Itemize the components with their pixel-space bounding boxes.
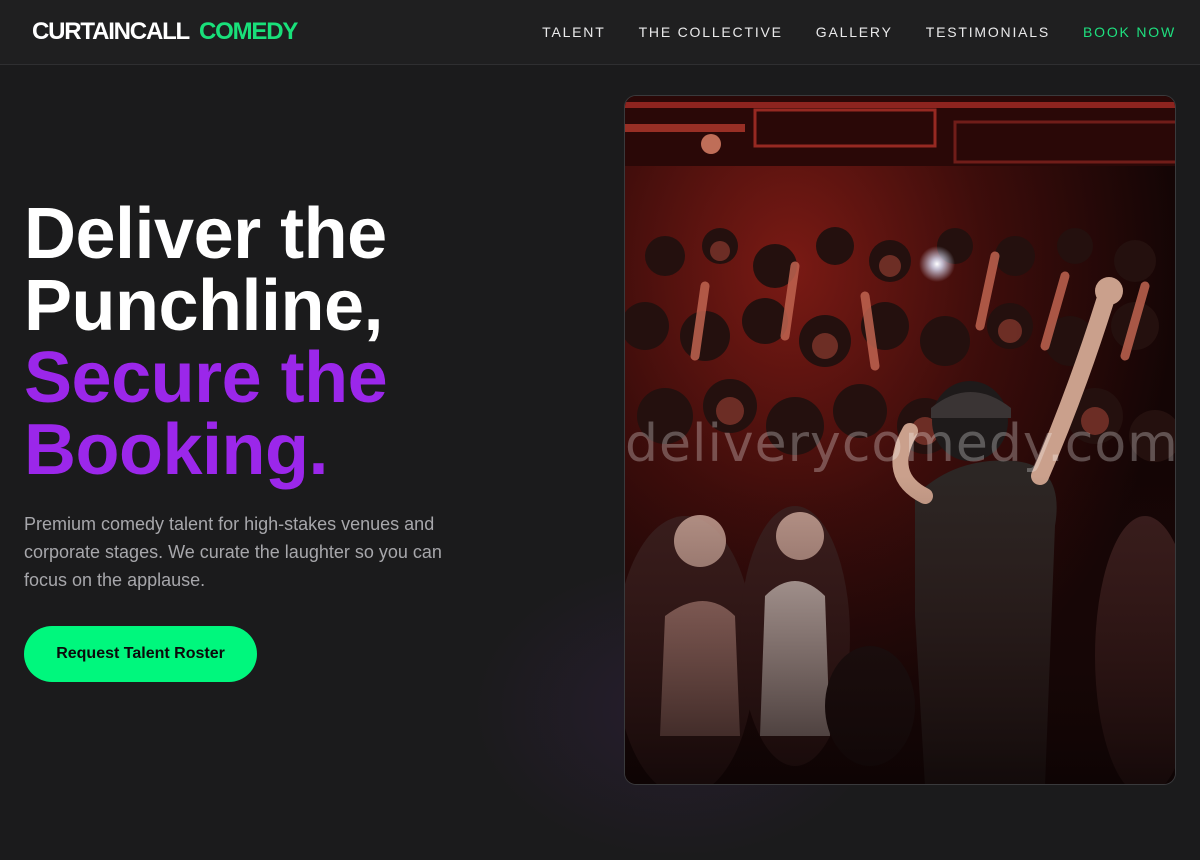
headline-line-1: Deliver the <box>24 194 387 274</box>
photo-watermark: deliverycomedy.com <box>625 414 1176 474</box>
nav-link-testimonials[interactable]: TESTIMONIALS <box>926 22 1050 42</box>
hero-photo: deliverycomedy.com <box>624 95 1176 785</box>
top-navbar: CURTAINCALL COMEDY TALENT THE COLLECTIVE … <box>0 0 1200 65</box>
nav-link-the-collective[interactable]: THE COLLECTIVE <box>639 22 783 42</box>
brand-name-accent: COMEDY <box>199 18 298 45</box>
brand-name-primary: CURTAINCALL <box>32 18 190 45</box>
nav-links: TALENT THE COLLECTIVE GALLERY TESTIMONIA… <box>542 22 1176 42</box>
headline-line-4: Booking. <box>24 410 328 490</box>
nav-link-talent[interactable]: TALENT <box>542 22 605 42</box>
nav-link-book-now[interactable]: BOOK NOW <box>1083 22 1176 42</box>
headline-line-3: Secure the <box>24 338 388 418</box>
brand-logo[interactable]: CURTAINCALL COMEDY <box>32 17 298 47</box>
nav-link-gallery[interactable]: GALLERY <box>816 22 893 42</box>
request-talent-roster-button[interactable]: Request Talent Roster <box>24 626 257 682</box>
hero-headline: Deliver the Punchline, Secure the Bookin… <box>24 194 388 490</box>
headline-line-2: Punchline, <box>24 266 384 346</box>
hero-subtitle: Premium comedy talent for high-stakes ve… <box>24 514 442 590</box>
